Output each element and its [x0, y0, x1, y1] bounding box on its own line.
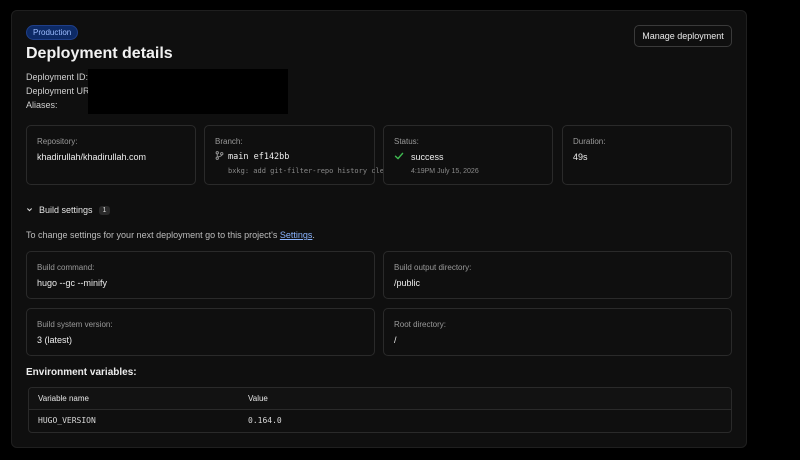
output-dir-value: /public [394, 278, 421, 288]
repository-label: Repository: [37, 137, 78, 146]
aliases-label: Aliases: [26, 100, 58, 110]
system-version-value: 3 (latest) [37, 335, 73, 345]
root-dir-card: Root directory: / [383, 308, 732, 356]
build-settings-hint: To change settings for your next deploym… [26, 230, 315, 240]
duration-value: 49s [573, 152, 588, 162]
status-value: success [411, 152, 444, 162]
status-time: 4:19PM July 15, 2026 [411, 168, 479, 175]
production-badge: Production [26, 25, 79, 40]
env-var-value: 0.164.0 [248, 416, 282, 425]
hint-suffix: . [312, 230, 315, 240]
env-title: Environment variables: [26, 367, 137, 378]
system-version-label: Build system version: [37, 320, 113, 329]
branch-value[interactable]: main ef142bb [228, 152, 289, 162]
deployment-url-label: Deployment URL: [26, 86, 98, 96]
check-icon [394, 151, 404, 163]
root-dir-label: Root directory: [394, 320, 447, 329]
deployment-panel: Production Deployment details Deployment… [11, 10, 747, 448]
env-table-header: Variable name Value [29, 388, 731, 410]
build-settings-title: Build settings [39, 205, 93, 215]
build-command-card: Build command: hugo --gc --minify [26, 251, 375, 299]
commit-message: bxkg: add git-filter-repo history cle... [228, 167, 397, 175]
root-dir-value: / [394, 335, 397, 345]
output-dir-card: Build output directory: /public [383, 251, 732, 299]
git-branch-icon [215, 151, 224, 162]
build-command-value: hugo --gc --minify [37, 278, 108, 288]
status-card: Status: success 4:19PM July 15, 2026 [383, 125, 553, 185]
repository-value[interactable]: khadirullah/khadirullah.com [37, 152, 146, 162]
build-settings-count: 1 [98, 205, 111, 215]
page-title: Deployment details [26, 45, 173, 62]
deployment-id-label: Deployment ID: [26, 72, 89, 82]
settings-link[interactable]: Settings [280, 230, 313, 240]
column-variable-name: Variable name [38, 394, 89, 403]
duration-label: Duration: [573, 137, 606, 146]
repository-card: Repository: khadirullah/khadirullah.com [26, 125, 196, 185]
env-var-name: HUGO_VERSION [38, 416, 96, 425]
build-command-label: Build command: [37, 263, 95, 272]
duration-card: Duration: 49s [562, 125, 732, 185]
system-version-card: Build system version: 3 (latest) [26, 308, 375, 356]
branch-label: Branch: [215, 137, 243, 146]
hint-text: To change settings for your next deploym… [26, 230, 280, 240]
status-label: Status: [394, 137, 419, 146]
build-settings-toggle[interactable]: Build settings 1 [26, 205, 111, 215]
output-dir-label: Build output directory: [394, 263, 472, 272]
manage-deployment-button[interactable]: Manage deployment [634, 25, 732, 47]
redacted-block [88, 69, 288, 114]
env-table: Variable name Value HUGO_VERSION 0.164.0 [28, 387, 732, 433]
column-value: Value [248, 394, 268, 403]
branch-card: Branch: main ef142bb bxkg: add git-filte… [204, 125, 397, 185]
chevron-down-icon [26, 205, 33, 215]
